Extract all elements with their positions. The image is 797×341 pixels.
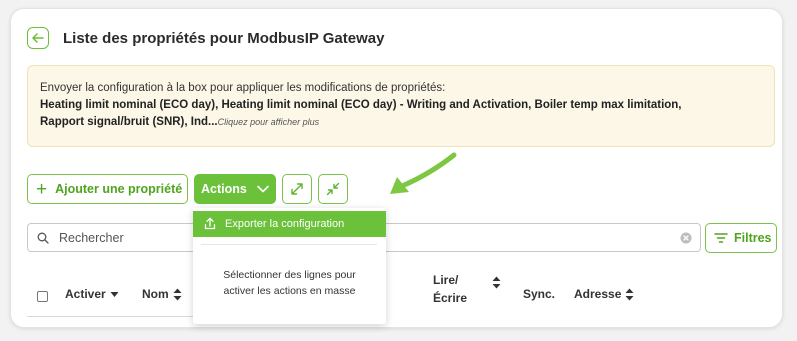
column-activer[interactable]: Activer (65, 287, 119, 301)
export-config-label: Exporter la configuration (225, 218, 345, 230)
sort-down-icon (110, 291, 119, 297)
back-button[interactable] (27, 27, 49, 49)
export-config-menu-item[interactable]: Exporter la configuration (193, 211, 386, 237)
column-sync[interactable]: Sync. (523, 287, 555, 301)
expand-icon (291, 183, 303, 195)
page-title: Liste des propriétés pour ModbusIP Gatew… (63, 30, 385, 47)
column-ecrire-label: Écrire (433, 291, 468, 305)
column-nom[interactable]: Nom (142, 287, 182, 301)
sort-icon (625, 288, 634, 300)
menu-divider (201, 244, 377, 245)
expand-button[interactable] (282, 174, 312, 204)
select-all-checkbox[interactable] (37, 291, 48, 302)
show-more-link[interactable]: Cliquez pour afficher plus (218, 117, 320, 127)
annotation-arrow-icon (390, 152, 457, 194)
notice-text: Envoyer la configuration à la box pour a… (40, 82, 446, 94)
filters-label: Filtres (734, 231, 772, 245)
notice-properties-truncated: Rapport signal/bruit (SNR), Ind... (40, 116, 218, 128)
actions-button[interactable]: Actions (194, 174, 276, 204)
column-nom-label: Nom (142, 287, 169, 301)
add-property-button[interactable]: + Ajouter une propriété (27, 174, 188, 204)
column-adresse[interactable]: Adresse (574, 287, 634, 301)
sort-icon (173, 288, 182, 300)
config-notice[interactable]: Envoyer la configuration à la box pour a… (27, 65, 775, 147)
divider (27, 316, 199, 317)
column-sync-label: Sync. (523, 287, 556, 301)
actions-dropdown-menu: Exporter la configuration Sélectionner d… (193, 208, 386, 324)
search-icon (37, 232, 49, 244)
collapse-icon (326, 182, 340, 196)
notice-properties-line: Heating limit nominal (ECO day), Heating… (40, 99, 682, 111)
arrow-left-icon (32, 33, 44, 43)
sort-icon[interactable] (492, 276, 501, 289)
column-lire-ecrire[interactable]: Lire/ Écrire (433, 271, 467, 307)
column-lire-label: Lire/ (433, 273, 459, 287)
bulk-actions-hint-line2: activer les actions en masse (223, 285, 356, 297)
table-header: Activer Nom Lire/ Écrire Sync. Adresse (11, 271, 782, 321)
column-adresse-label: Adresse (574, 287, 622, 301)
filters-button[interactable]: Filtres (705, 223, 777, 253)
collapse-button[interactable] (318, 174, 348, 204)
bulk-actions-hint-line1: Sélectionner des lignes pour (223, 269, 356, 281)
add-property-label: Ajouter une propriété (55, 182, 183, 196)
clear-search-icon[interactable] (680, 232, 692, 244)
chevron-down-icon (257, 185, 269, 193)
column-activer-label: Activer (65, 287, 106, 301)
filter-icon (714, 233, 728, 243)
plus-icon: + (36, 178, 48, 200)
actions-label: Actions (201, 182, 247, 196)
upload-icon (204, 217, 216, 230)
bulk-actions-hint: Sélectionner des lignes pour activer les… (193, 267, 386, 299)
